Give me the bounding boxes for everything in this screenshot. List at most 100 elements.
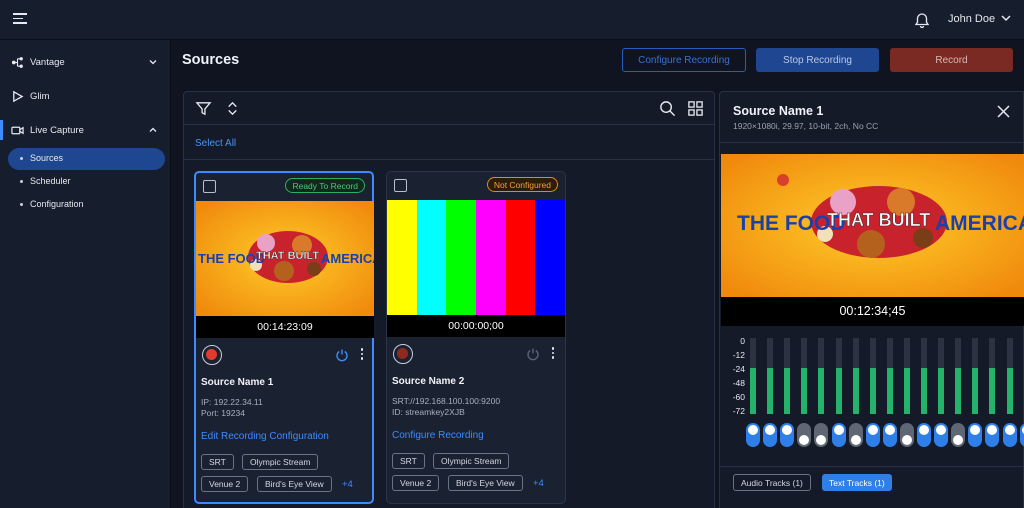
audio-level-meter [869, 338, 876, 414]
audio-level-fill [972, 368, 979, 414]
tag-chip[interactable]: Bird's Eye View [257, 476, 332, 492]
chevron-up-icon [149, 127, 157, 132]
tag-chip[interactable]: Olympic Stream [242, 454, 319, 470]
tag-chip[interactable]: SRT [392, 453, 425, 469]
record-toggle-button[interactable] [202, 345, 222, 365]
audio-level-fill [835, 368, 842, 414]
grid-view-icon[interactable] [687, 100, 704, 117]
source-address: IP: 192.22.34.11 [201, 397, 263, 407]
audio-level-fill [801, 368, 808, 414]
sources-panel: Select All Ready To Record THE FOOD THAT… [183, 91, 715, 508]
color-bar [505, 200, 536, 315]
tag-chip[interactable]: Olympic Stream [433, 453, 510, 469]
channel-toggle[interactable] [763, 423, 778, 447]
channel-toggle[interactable] [1002, 423, 1017, 447]
chevron-down-icon[interactable] [1000, 12, 1012, 24]
audio-level-fill [767, 368, 774, 414]
configure-recording-link[interactable]: Configure Recording [392, 430, 484, 441]
channel-toggle[interactable] [865, 423, 880, 447]
channel-toggle[interactable] [917, 423, 931, 447]
audio-level-meter [972, 338, 979, 414]
toggle-knob [987, 425, 998, 435]
audio-level-meter [784, 338, 791, 414]
channel-toggle[interactable] [831, 423, 846, 447]
source-name: Source Name 1 [201, 377, 274, 388]
detail-timecode: 00:12:34;45 [721, 297, 1024, 326]
sort-icon[interactable] [224, 100, 241, 117]
toggle-knob [1004, 425, 1015, 435]
thumbnail-image: THE FOOD THAT BUILT AMERICA [196, 201, 374, 316]
more-tags-link[interactable]: +4 [342, 479, 353, 490]
timecode: 00:14:23:09 [196, 316, 374, 338]
channel-toggle[interactable] [1019, 423, 1024, 447]
card-checkbox[interactable] [203, 180, 216, 193]
sidebar-item-live-capture[interactable]: Live Capture [0, 116, 171, 144]
bullet-icon [20, 203, 23, 206]
more-options-icon[interactable] [359, 348, 365, 362]
divider [184, 159, 714, 160]
sidebar-item-glim[interactable]: Glim [0, 82, 171, 110]
sidebar-subitem-sources[interactable]: Sources [8, 148, 165, 170]
configure-recording-button[interactable]: Configure Recording [622, 48, 746, 72]
toggle-knob [799, 435, 810, 445]
channel-toggle[interactable] [951, 423, 966, 447]
power-icon[interactable] [526, 347, 540, 361]
sidebar-subitem-configuration[interactable]: Configuration [8, 194, 165, 216]
filter-icon[interactable] [195, 100, 212, 117]
channel-toggle[interactable] [985, 423, 1000, 447]
thumb-text: AMERICA [321, 251, 374, 266]
sidebar-subitem-label: Configuration [30, 199, 84, 209]
sidebar-item-vantage[interactable]: Vantage [0, 48, 171, 76]
card-checkbox[interactable] [394, 179, 407, 192]
source-card[interactable]: Ready To Record THE FOOD THAT BUILT AMER… [194, 171, 374, 504]
color-bar [446, 200, 477, 315]
toggle-knob [765, 425, 776, 435]
close-icon[interactable] [997, 105, 1010, 118]
toggle-knob [816, 435, 827, 445]
more-options-icon[interactable] [550, 347, 556, 361]
sidebar-item-label: Live Capture [30, 124, 84, 136]
sidebar-item-label: Glim [30, 90, 50, 102]
audio-level-fill [955, 368, 962, 414]
divider [720, 142, 1024, 143]
power-icon[interactable] [335, 348, 349, 362]
tab-audio-tracks[interactable]: Audio Tracks (1) [733, 474, 811, 491]
edit-recording-configuration-link[interactable]: Edit Recording Configuration [201, 431, 329, 442]
channel-toggle[interactable] [882, 423, 897, 447]
bullet-icon [20, 180, 23, 183]
channel-toggle[interactable] [797, 423, 812, 447]
tag-chip[interactable]: Venue 2 [201, 476, 249, 492]
toggle-knob [867, 425, 878, 435]
tag-chip[interactable]: Bird's Eye View [448, 475, 523, 491]
tag-chip[interactable]: Venue 2 [392, 475, 440, 491]
db-scale-label: -24 [732, 364, 745, 374]
channel-toggle[interactable] [968, 423, 983, 447]
thumb-text: THAT BUILT [256, 250, 319, 262]
channel-toggle[interactable] [899, 423, 914, 447]
source-address: SRT://192.168.100.100:9200 [392, 396, 501, 406]
more-tags-link[interactable]: +4 [533, 478, 544, 489]
channel-toggle[interactable] [934, 423, 949, 447]
record-button[interactable]: Record [890, 48, 1013, 72]
select-all-link[interactable]: Select All [195, 138, 236, 149]
channel-toggle[interactable] [780, 423, 795, 447]
search-icon[interactable] [659, 100, 676, 117]
toggle-knob [970, 425, 981, 435]
channel-toggle[interactable] [848, 423, 863, 447]
record-toggle-button[interactable] [393, 344, 413, 364]
source-detail-panel: Source Name 1 1920×1080i, 29.97, 10-bit,… [719, 91, 1024, 508]
channel-toggle[interactable] [746, 423, 760, 447]
stop-recording-button[interactable]: Stop Recording [756, 48, 879, 72]
user-name[interactable]: John Doe [948, 13, 995, 25]
tag-chip[interactable]: SRT [201, 454, 234, 470]
notification-bell-icon[interactable] [913, 11, 931, 29]
audio-level-meter [955, 338, 962, 414]
tab-text-tracks[interactable]: Text Tracks (1) [822, 474, 892, 491]
sidebar-subitem-scheduler[interactable]: Scheduler [8, 171, 165, 193]
audio-level-fill [921, 368, 927, 414]
hamburger-menu-icon[interactable] [13, 13, 27, 27]
audio-level-meter [886, 338, 893, 414]
channel-toggle[interactable] [814, 423, 829, 447]
toggle-knob [850, 435, 861, 445]
source-card[interactable]: Not Configured 00:00:00;00 Source Name 2… [386, 171, 566, 504]
